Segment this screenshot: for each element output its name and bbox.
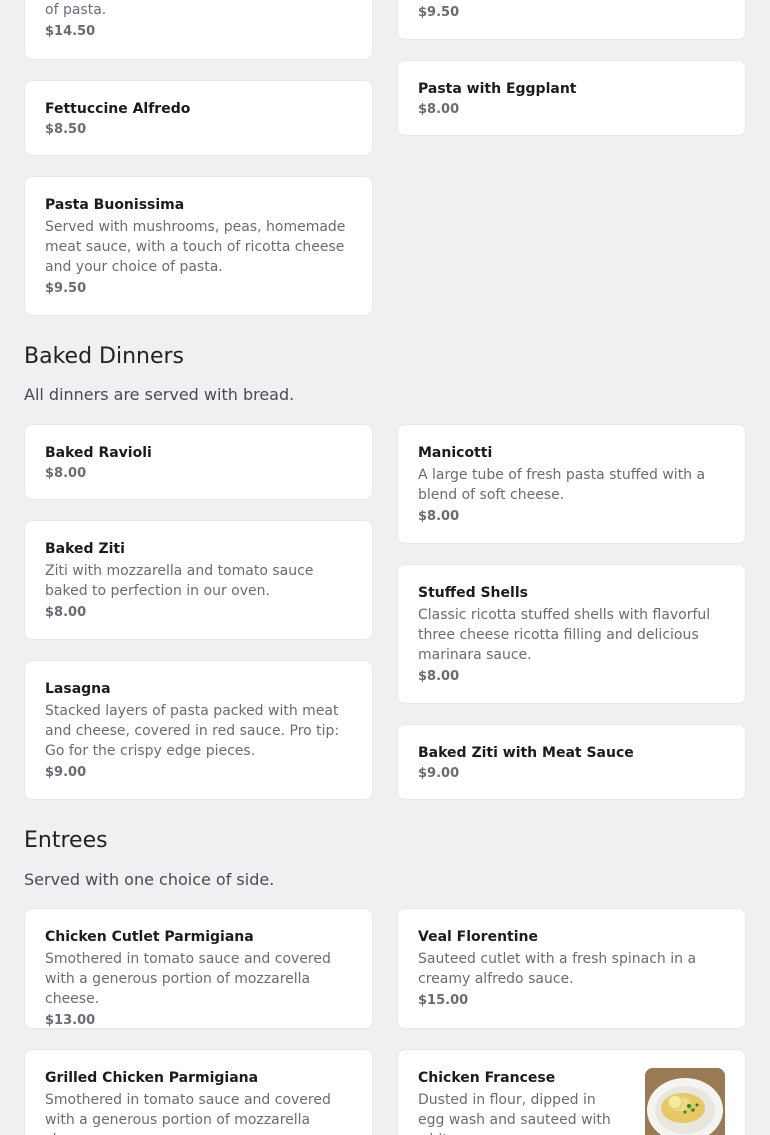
item-name: Chicken Francese xyxy=(418,1070,556,1086)
item-price: $8.00 xyxy=(418,102,460,117)
menu-item-card[interactable]: Chicken Francese Dusted in flour, dipped… xyxy=(397,1049,746,1135)
item-description: Smothered in tomato sauce and covered wi… xyxy=(45,951,331,1007)
item-price: $8.00 xyxy=(45,605,87,620)
item-description: Classic ricotta stuffed shells with flav… xyxy=(418,607,711,663)
section-subtitle: All dinners are served with bread. xyxy=(24,385,295,404)
item-name: Pasta Buonissima xyxy=(45,197,185,213)
food-photo-icon xyxy=(645,1068,725,1135)
menu-item-card[interactable]: Lasagna Stacked layers of pasta packed w… xyxy=(24,660,373,800)
item-price: $8.50 xyxy=(45,122,87,137)
food-photo-icon xyxy=(645,1068,725,1135)
item-description: Stacked layers of pasta packed with meat… xyxy=(45,703,340,759)
item-description: Served with mushrooms, peas, homemade me… xyxy=(45,219,346,275)
item-description: Dusted in flour, dipped in egg wash and … xyxy=(418,1092,611,1135)
item-name: Veal Florentine xyxy=(418,929,538,945)
item-name: Pasta with Eggplant xyxy=(418,81,577,97)
item-name: Manicotti xyxy=(418,445,493,461)
section-title: Entrees xyxy=(24,828,108,853)
item-price: $15.00 xyxy=(418,993,469,1008)
item-description: Smothered in tomato sauce and covered wi… xyxy=(45,1092,331,1135)
item-price: $9.50 xyxy=(45,281,87,296)
menu-item-card[interactable]: Baked Ravioli $8.00 xyxy=(24,424,373,500)
item-name: Baked Ziti xyxy=(45,541,125,557)
item-price: $9.50 xyxy=(418,5,460,20)
item-description: Sauteed cutlet with a fresh spinach in a… xyxy=(418,951,697,987)
item-price: $9.00 xyxy=(418,766,460,781)
menu-item-card[interactable]: Grilled Chicken Parmigiana Smothered in … xyxy=(24,1049,373,1135)
menu-item-card[interactable]: Veal Florentine Sauteed cutlet with a fr… xyxy=(397,908,746,1029)
item-name: Grilled Chicken Parmigiana xyxy=(45,1070,259,1086)
item-description: Ziti with mozzarella and tomato sauce ba… xyxy=(45,563,314,599)
section-title: Baked Dinners xyxy=(24,344,185,369)
item-name: Fettuccine Alfredo xyxy=(45,101,191,117)
menu-item-card[interactable]: Pasta with Eggplant $8.00 xyxy=(397,60,746,136)
item-description: of pasta. xyxy=(45,2,107,18)
item-name: Lasagna xyxy=(45,681,111,697)
item-price: $8.00 xyxy=(418,669,460,684)
menu-item-card[interactable]: Manicotti A large tube of fresh pasta st… xyxy=(397,424,746,544)
menu-item-card[interactable]: Baked Ziti Ziti with mozzarella and toma… xyxy=(24,520,373,640)
item-name: Baked Ziti with Meat Sauce xyxy=(418,745,634,761)
item-price: $8.00 xyxy=(418,509,460,524)
item-price: $13.00 xyxy=(45,1013,96,1028)
menu-item-card[interactable]: Fettuccine Alfredo $8.50 xyxy=(24,80,373,156)
item-name: Chicken Cutlet Parmigiana xyxy=(45,929,254,945)
menu-page: of pasta. $14.50 $9.50 Fettuccine Alfred… xyxy=(0,0,770,1135)
menu-item-card[interactable]: Chicken Cutlet Parmigiana Smothered in t… xyxy=(24,908,373,1029)
item-description: A large tube of fresh pasta stuffed with… xyxy=(418,467,706,503)
item-name: Baked Ravioli xyxy=(45,445,152,461)
section-subtitle: Served with one choice of side. xyxy=(24,870,275,889)
item-price: $8.00 xyxy=(45,466,87,481)
menu-item-card[interactable]: Baked Ziti with Meat Sauce $9.00 xyxy=(397,724,746,800)
menu-item-card[interactable]: of pasta. $14.50 xyxy=(24,0,373,60)
item-name: Stuffed Shells xyxy=(418,585,528,601)
menu-item-card[interactable]: $9.50 xyxy=(397,0,746,40)
menu-item-card[interactable]: Stuffed Shells Classic ricotta stuffed s… xyxy=(397,564,746,704)
menu-item-card[interactable]: Pasta Buonissima Served with mushrooms, … xyxy=(24,176,373,316)
item-price: $9.00 xyxy=(45,765,87,780)
item-price: $14.50 xyxy=(45,24,96,39)
